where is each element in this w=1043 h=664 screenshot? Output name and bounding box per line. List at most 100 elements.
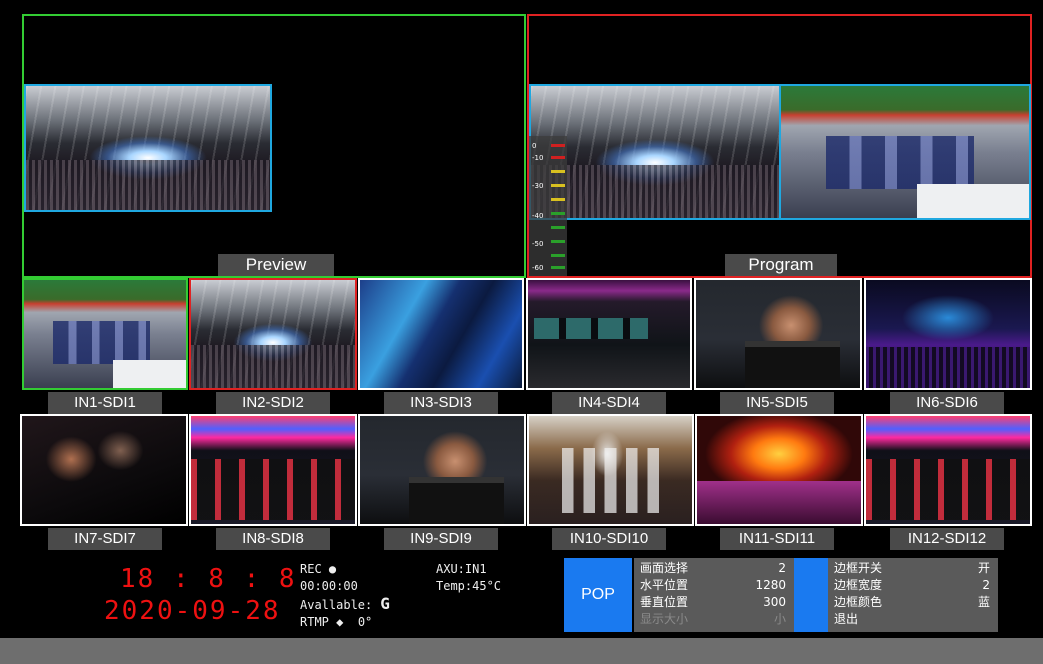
menu-key: 水平位置 — [640, 578, 689, 592]
meter-tick: -60 — [532, 264, 544, 272]
input-thumb-6[interactable] — [864, 278, 1032, 390]
rtmp-row: RTMP ◆ 0° — [300, 614, 440, 631]
menu-key: 退出 — [834, 612, 859, 626]
audio-level-meter: 0 -10 -30 -40 -50 -60 — [529, 136, 567, 276]
players-video — [781, 86, 1029, 218]
input-thumb-2[interactable] — [189, 278, 357, 390]
menu-key: 边框宽度 — [834, 578, 883, 592]
input-thumb-5[interactable] — [694, 278, 862, 390]
meter-tick: 0 — [532, 142, 537, 150]
input-thumb-7[interactable] — [20, 414, 188, 526]
player-video — [360, 416, 524, 524]
pop-button[interactable]: POP — [564, 558, 632, 632]
input-thumb-9[interactable] — [358, 414, 526, 526]
device-info: AXU:IN1 Temp:45°C — [436, 561, 556, 595]
meter-segment — [551, 240, 565, 243]
arena-video — [26, 86, 270, 210]
menu-key: 显示大小 — [640, 612, 689, 626]
arena-video — [191, 280, 355, 388]
recording-info: REC ● 00:00:00 Avallable: G RTMP ◆ 0° — [300, 561, 440, 631]
menu-row-display-size[interactable]: 显示大小 小 — [640, 611, 786, 628]
monitors-video — [360, 280, 522, 388]
menu-row-v-position[interactable]: 垂直位置 300 — [640, 594, 786, 611]
menu-key: 垂直位置 — [640, 595, 689, 609]
meter-segment — [551, 254, 565, 257]
menu-row-border-toggle[interactable]: 边框开关 开 — [834, 560, 990, 577]
meter-tick: -10 — [532, 154, 544, 162]
bottom-status-bar — [0, 638, 1043, 664]
menu-row-border-color[interactable]: 边框颜色 蓝 — [834, 594, 990, 611]
menu-value: 300 — [763, 595, 786, 609]
team-booth-video — [866, 416, 1030, 524]
program-label: Program — [725, 254, 837, 276]
diamond-icon: ◆ — [336, 615, 344, 629]
rec-time: 00:00:00 — [300, 579, 358, 593]
meter-segment — [551, 266, 565, 269]
menu-accent-bar — [794, 558, 828, 632]
input-label-8: IN8-SDI8 — [216, 528, 330, 550]
players-video — [24, 280, 186, 388]
preview-pip[interactable] — [24, 84, 272, 212]
input-label-1: IN1-SDI1 — [48, 392, 162, 414]
axu-source: AXU:IN1 — [436, 562, 487, 576]
input-label-6: IN6-SDI6 — [890, 392, 1004, 414]
rec-label: REC — [300, 562, 322, 576]
menu-key: 边框颜色 — [834, 595, 883, 609]
input-label-10: IN10-SDI10 — [552, 528, 666, 550]
input-label-3: IN3-SDI3 — [384, 392, 498, 414]
meter-segment — [551, 144, 565, 147]
menu-value: 2 — [982, 578, 990, 592]
player-video — [696, 280, 860, 388]
input-thumb-8[interactable] — [189, 414, 357, 526]
rec-row: REC ● — [300, 561, 440, 578]
meter-segment — [551, 212, 565, 215]
available-row: Avallable: G — [300, 595, 440, 614]
team-booth-video — [191, 416, 355, 524]
meter-segment — [551, 198, 565, 201]
meter-tick: -50 — [532, 240, 544, 248]
input-thumb-3[interactable] — [358, 278, 524, 390]
rtmp-value: 0° — [357, 615, 373, 629]
menu-key: 边框开关 — [834, 561, 883, 575]
rec-dot-icon: ● — [328, 562, 337, 576]
players-dark-video — [22, 416, 186, 524]
menu-row-h-position[interactable]: 水平位置 1280 — [640, 577, 786, 594]
pop-settings-panel: 画面选择 2 水平位置 1280 垂直位置 300 显示大小 小 — [634, 558, 794, 632]
menu-value: 1280 — [755, 578, 786, 592]
clock-time: 18 : 8 : 8 — [120, 564, 297, 594]
menu-value: 小 — [773, 612, 786, 626]
input-thumb-10[interactable] — [527, 414, 694, 526]
input-label-9: IN9-SDI9 — [384, 528, 498, 550]
input-thumb-4[interactable] — [526, 278, 692, 390]
input-label-12: IN12-SDI12 — [890, 528, 1004, 550]
meter-segment — [551, 170, 565, 173]
program-pip-secondary[interactable] — [779, 84, 1031, 220]
program-window[interactable]: Program — [527, 14, 1032, 278]
input-label-11: IN11-SDI11 — [720, 528, 834, 550]
input-thumb-1[interactable] — [22, 278, 188, 390]
input-thumb-12[interactable] — [864, 414, 1032, 526]
menu-key: 画面选择 — [640, 561, 689, 575]
menu-value: 开 — [977, 561, 990, 575]
menu-row-border-width[interactable]: 边框宽度 2 — [834, 577, 990, 594]
border-settings-panel: 边框开关 开 边框宽度 2 边框颜色 蓝 退出 — [828, 558, 998, 632]
input-label-7: IN7-SDI7 — [48, 528, 162, 550]
input-thumb-11[interactable] — [695, 414, 863, 526]
input-label-4: IN4-SDI4 — [552, 392, 666, 414]
meter-segment — [551, 184, 565, 187]
input-label-2: IN2-SDI2 — [216, 392, 330, 414]
meter-tick: -30 — [532, 182, 544, 190]
stage-fire-video — [697, 416, 861, 524]
trophy-video — [529, 416, 692, 524]
meter-segment — [551, 156, 565, 159]
menu-value: 蓝 — [977, 595, 990, 609]
temperature: Temp:45°C — [436, 579, 502, 593]
available-label: Avallable: — [300, 598, 373, 612]
menu-row-exit[interactable]: 退出 — [834, 611, 990, 628]
menu-value: 2 — [778, 561, 786, 575]
meter-tick: -40 — [532, 212, 544, 220]
menu-row-screen-select[interactable]: 画面选择 2 — [640, 560, 786, 577]
preview-label: Preview — [218, 254, 334, 276]
arena-video — [531, 86, 779, 218]
preview-window[interactable]: Preview — [22, 14, 526, 278]
